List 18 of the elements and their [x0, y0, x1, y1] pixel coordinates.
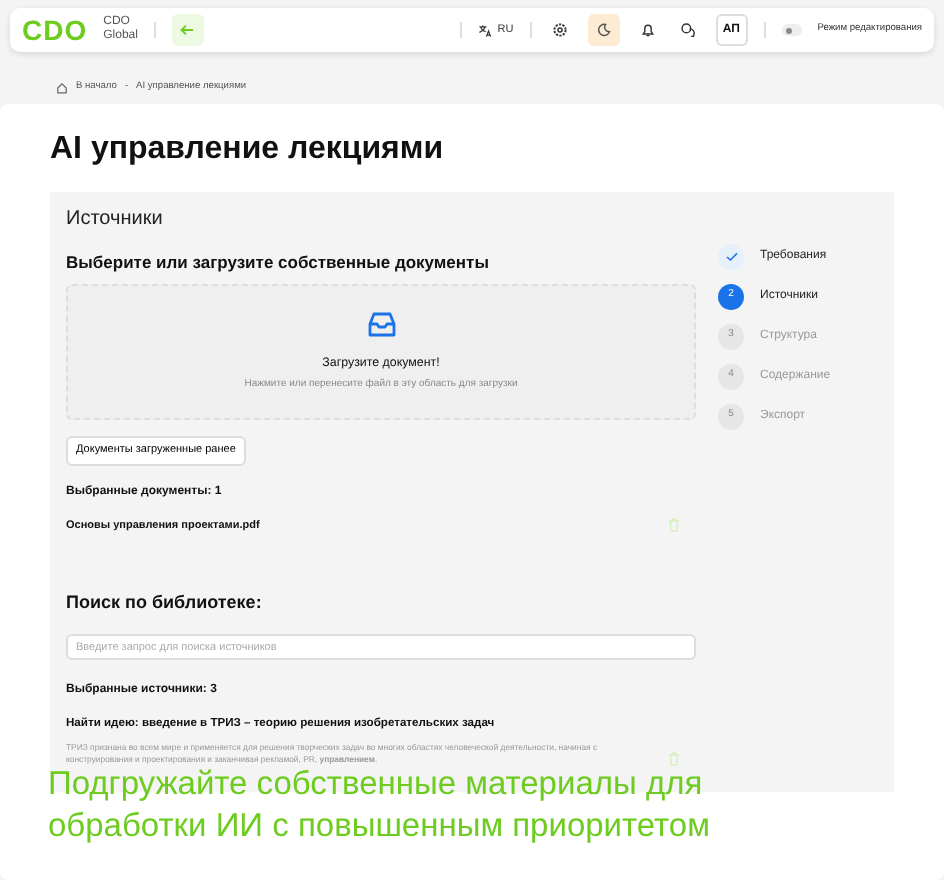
- page-title: AI управление лекциями: [50, 132, 446, 168]
- edit-mode-toggle[interactable]: [781, 24, 802, 36]
- translate-icon: [477, 23, 492, 37]
- moon-icon: [595, 22, 612, 38]
- check-icon: [725, 251, 737, 262]
- library-heading: Поиск по библиотеке:: [66, 590, 264, 617]
- promo-caption: Подгружайте собственные материалы для обработки ИИ с повышенным приоритетом: [48, 764, 712, 847]
- inbox-icon: [367, 311, 395, 338]
- logo: CDO: [22, 16, 88, 44]
- arrow-left-icon: [180, 24, 195, 36]
- section-title: Источники: [66, 205, 165, 234]
- bell-icon: [639, 22, 656, 38]
- upload-heading: Выберите или загрузите собственные документы: [66, 249, 491, 275]
- chat-icon: [679, 22, 696, 38]
- chat-button[interactable]: [675, 18, 700, 42]
- settings-icon: [551, 22, 568, 38]
- theme-button[interactable]: [587, 14, 620, 46]
- home-icon: [56, 82, 68, 94]
